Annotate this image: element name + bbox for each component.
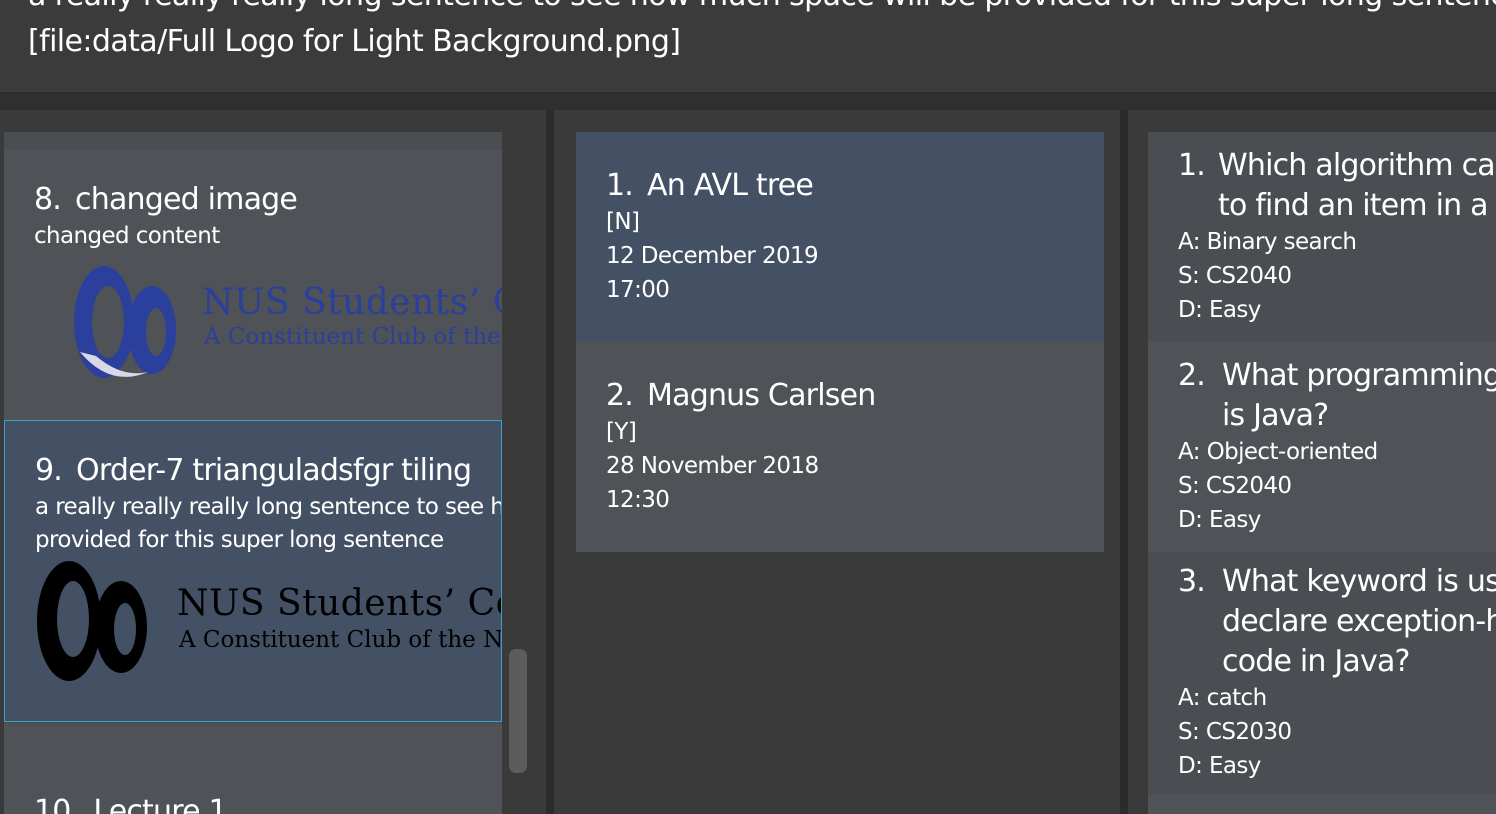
note-title-text: changed image [75, 182, 298, 217]
event-title: 1. An AVL tree [606, 168, 814, 203]
event-status: [N] [606, 209, 640, 235]
question-answer: A: catch [1178, 685, 1267, 711]
question-title: Which algorithm can be used [1218, 148, 1496, 183]
note-content: provided for this super long sentence [35, 527, 444, 553]
note-index: 8. [34, 182, 62, 217]
event-title-text: Magnus Carlsen [647, 378, 876, 413]
event-title: 2. Magnus Carlsen [606, 378, 876, 413]
note-content: a really really really long sentence to … [35, 494, 501, 520]
event-date: 28 November 2018 [606, 453, 819, 479]
question-answer: A: Object-oriented [1178, 439, 1378, 465]
notes-scrollbar-thumb[interactable] [509, 649, 527, 773]
logo-name-text: NUS Students’ Computing Club [177, 583, 501, 624]
column-separator [546, 110, 554, 814]
question-subject: S: CS2040 [1178, 263, 1292, 289]
note-card-selected[interactable]: 9. Order-7 trianguladsfgr tiling a really… [4, 420, 502, 722]
question-difficulty: D: Easy [1178, 507, 1261, 533]
question-difficulty: D: Easy [1178, 753, 1261, 779]
nus-computing-club-logo-icon [74, 266, 176, 378]
question-index: 1. [1178, 148, 1206, 183]
result-line: a really really really long sentence to … [28, 0, 1496, 13]
note-card[interactable]: 10. Lecture 1 [4, 724, 502, 814]
event-title-text: An AVL tree [647, 168, 814, 203]
event-date: 12 December 2019 [606, 243, 819, 269]
question-answer: A: Binary search [1178, 229, 1357, 255]
panel-divider [0, 94, 1496, 110]
question-title: is Java? [1222, 398, 1329, 433]
logo-sub-text: A Constituent Club of the NUS Students’ … [204, 324, 502, 350]
question-subject: S: CS2030 [1178, 719, 1292, 745]
note-title-text: Order-7 trianguladsfgr tiling [76, 453, 472, 488]
note-content: changed content [34, 223, 220, 249]
event-card-selected[interactable]: 1. An AVL tree [N] 12 December 2019 17:00 [576, 132, 1104, 342]
question-title: code in Java? [1222, 644, 1410, 679]
notes-list-panel[interactable]: 8. changed image changed content NUS Stud… [4, 132, 502, 814]
question-difficulty: D: Easy [1178, 297, 1261, 323]
logo-name-text: NUS Students’ Computing Club [202, 282, 502, 323]
event-card[interactable]: 2. Magnus Carlsen [Y] 28 November 2018 12… [576, 342, 1104, 552]
note-card[interactable]: 8. changed image changed content NUS Stud… [4, 150, 502, 420]
note-title-text: Lecture 1 [93, 794, 227, 814]
question-card[interactable]: 3. What keyword is used to declare excep… [1148, 552, 1496, 794]
note-index: 9. [35, 453, 63, 488]
column-separator [1120, 110, 1128, 814]
event-status: [Y] [606, 419, 637, 445]
note-index: 10. [34, 794, 80, 814]
note-title: 10. Lecture 1 [34, 794, 228, 814]
question-index: 2. [1178, 358, 1206, 393]
question-card[interactable] [1148, 794, 1496, 814]
question-index: 3. [1178, 564, 1206, 599]
note-title: 9. Order-7 trianguladsfgr tiling [35, 453, 472, 488]
question-card[interactable]: 2. What programming paradigm is Java? A:… [1148, 342, 1496, 552]
question-title: declare exception-handling [1222, 604, 1496, 639]
question-card[interactable]: 1. Which algorithm can be used to find a… [1148, 132, 1496, 342]
event-time: 12:30 [606, 487, 670, 513]
question-subject: S: CS2040 [1178, 473, 1292, 499]
question-title: to find an item in a sorted list? [1218, 188, 1496, 223]
nus-computing-club-logo-icon [37, 561, 147, 681]
event-time: 17:00 [606, 277, 670, 303]
note-title: 8. changed image [34, 182, 298, 217]
questions-list-panel[interactable]: 1. Which algorithm can be used to find a… [1148, 132, 1496, 814]
result-display: a really really really long sentence to … [0, 0, 1496, 94]
question-title: What programming paradigm [1222, 358, 1496, 393]
result-line: [file:data/Full Logo for Light Backgroun… [28, 24, 681, 59]
event-index: 1. [606, 168, 634, 203]
logo-sub-text: A Constituent Club of the NUS Students’ … [179, 627, 502, 653]
question-title: What keyword is used to [1222, 564, 1496, 599]
event-index: 2. [606, 378, 634, 413]
